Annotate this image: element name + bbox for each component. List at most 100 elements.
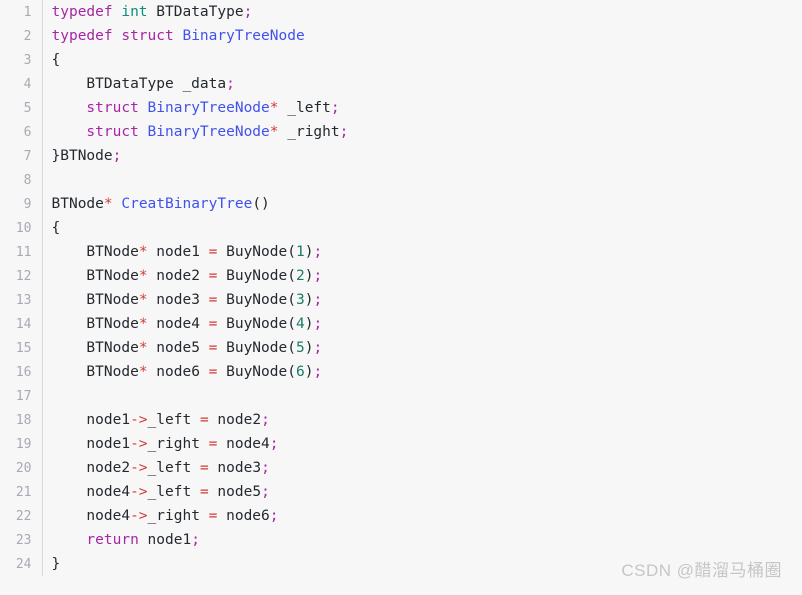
code-line-content[interactable]: node1->_right = node4;	[42, 432, 802, 456]
code-token: ;	[261, 460, 270, 476]
code-line-content[interactable]: struct BinaryTreeNode* _right;	[42, 120, 802, 144]
code-line-content[interactable]: node4->_left = node5;	[42, 480, 802, 504]
code-token: struct	[86, 124, 139, 140]
line-number: 24	[0, 552, 43, 576]
code-token: _right	[147, 436, 209, 452]
code-token: *	[269, 124, 279, 140]
code-token: ;	[269, 436, 279, 452]
code-token: ;	[191, 532, 200, 548]
code-token: node3	[208, 460, 262, 476]
code-line[interactable]: 18 node1->_left = node2;	[0, 408, 802, 432]
code-line[interactable]: 7}BTNode;	[0, 144, 802, 168]
code-line-content[interactable]: BTNode* node4 = BuyNode(4);	[42, 312, 802, 336]
code-lines-table: 1 typedef int BTDataType; 2 typedef struct …	[0, 0, 802, 576]
line-number: 12	[0, 264, 43, 288]
code-line[interactable]: 1 typedef int BTDataType;	[0, 0, 802, 24]
code-line[interactable]: 19 node1->_right = node4;	[0, 432, 802, 456]
code-line-content[interactable]: BTNode* node5 = BuyNode(5);	[42, 336, 802, 360]
code-line[interactable]: 15 BTNode* node5 = BuyNode(5);	[0, 336, 802, 360]
code-line[interactable]: 4 BTDataType _data;	[0, 72, 802, 96]
code-token: BuyNode(	[217, 268, 296, 284]
code-token: *	[138, 244, 148, 260]
code-token: ;	[330, 100, 340, 116]
line-number: 3	[0, 48, 43, 72]
code-line-content[interactable]: node4->_right = node6;	[42, 504, 802, 528]
code-line-content[interactable]: typedef int BTDataType;	[42, 0, 802, 24]
code-token: ;	[269, 508, 279, 524]
code-token: BTNode	[51, 292, 139, 308]
code-line-content[interactable]	[42, 168, 802, 192]
code-line[interactable]: 9 BTNode* CreatBinaryTree()	[0, 192, 802, 216]
code-token: BTDataType _data	[51, 76, 227, 92]
code-token: 5	[295, 340, 305, 356]
code-line-content[interactable]	[42, 384, 802, 408]
code-line-content[interactable]: BTNode* CreatBinaryTree()	[42, 192, 802, 216]
code-line[interactable]: 23 return node1;	[0, 528, 802, 552]
code-line[interactable]: 22 node4->_right = node6;	[0, 504, 802, 528]
code-token: node4	[51, 484, 131, 500]
code-line[interactable]: 11 BTNode* node1 = BuyNode(1);	[0, 240, 802, 264]
code-line-content[interactable]: return node1;	[42, 528, 802, 552]
code-line[interactable]: 16 BTNode* node6 = BuyNode(6);	[0, 360, 802, 384]
line-number: 14	[0, 312, 43, 336]
code-token: ;	[313, 316, 323, 332]
code-token: ;	[313, 244, 323, 260]
code-token: ;	[261, 484, 270, 500]
code-token: =	[199, 412, 209, 428]
code-line-content[interactable]: typedef struct BinaryTreeNode	[42, 24, 802, 48]
code-token: BinaryTreeNode	[182, 28, 305, 44]
code-token: {	[51, 52, 61, 68]
code-line-content[interactable]: BTNode* node3 = BuyNode(3);	[42, 288, 802, 312]
code-line-content[interactable]: struct BinaryTreeNode* _left;	[42, 96, 802, 120]
code-token: ->	[130, 484, 148, 500]
line-number: 15	[0, 336, 43, 360]
code-token: ->	[130, 508, 148, 524]
code-token: *	[138, 268, 148, 284]
code-token: ;	[226, 76, 235, 92]
code-token: ;	[243, 4, 253, 20]
code-line-content[interactable]: node1->_left = node2;	[42, 408, 802, 432]
code-token: BTNode	[51, 364, 139, 380]
code-token: int	[121, 4, 148, 20]
code-line[interactable]: 14 BTNode* node4 = BuyNode(4);	[0, 312, 802, 336]
code-line[interactable]: 6 struct BinaryTreeNode* _right;	[0, 120, 802, 144]
code-token: BTDataType	[147, 4, 244, 20]
code-token: *	[103, 196, 113, 212]
code-line[interactable]: 12 BTNode* node2 = BuyNode(2);	[0, 264, 802, 288]
line-number: 19	[0, 432, 43, 456]
code-token: {	[51, 220, 61, 236]
code-line-content[interactable]: {	[42, 48, 802, 72]
code-line[interactable]: 20 node2->_left = node3;	[0, 456, 802, 480]
code-line-content[interactable]: BTNode* node1 = BuyNode(1);	[42, 240, 802, 264]
code-line[interactable]: 5 struct BinaryTreeNode* _left;	[0, 96, 802, 120]
code-token: ;	[313, 364, 323, 380]
code-line-content[interactable]: node2->_left = node3;	[42, 456, 802, 480]
code-token: ;	[313, 292, 323, 308]
code-line[interactable]: 21 node4->_left = node5;	[0, 480, 802, 504]
code-line[interactable]: 13 BTNode* node3 = BuyNode(3);	[0, 288, 802, 312]
line-number: 21	[0, 480, 43, 504]
code-line-content[interactable]: BTDataType _data;	[42, 72, 802, 96]
code-line[interactable]: 3{	[0, 48, 802, 72]
code-token: node5	[208, 484, 262, 500]
code-token: ->	[130, 436, 148, 452]
code-token: BuyNode(	[217, 340, 296, 356]
code-line[interactable]: 8	[0, 168, 802, 192]
code-token: node2	[147, 268, 209, 284]
code-line[interactable]: 2 typedef struct BinaryTreeNode	[0, 24, 802, 48]
code-token: ;	[261, 412, 270, 428]
code-line-content[interactable]: {	[42, 216, 802, 240]
code-line[interactable]: 10 {	[0, 216, 802, 240]
code-token: struct	[121, 28, 174, 44]
line-number: 20	[0, 456, 43, 480]
code-line[interactable]: 17	[0, 384, 802, 408]
code-token: node2	[208, 412, 262, 428]
code-line-content[interactable]: BTNode* node6 = BuyNode(6);	[42, 360, 802, 384]
line-number: 18	[0, 408, 43, 432]
line-number: 9	[0, 192, 43, 216]
code-line-content[interactable]: }BTNode;	[42, 144, 802, 168]
code-line-content[interactable]: BTNode* node2 = BuyNode(2);	[42, 264, 802, 288]
